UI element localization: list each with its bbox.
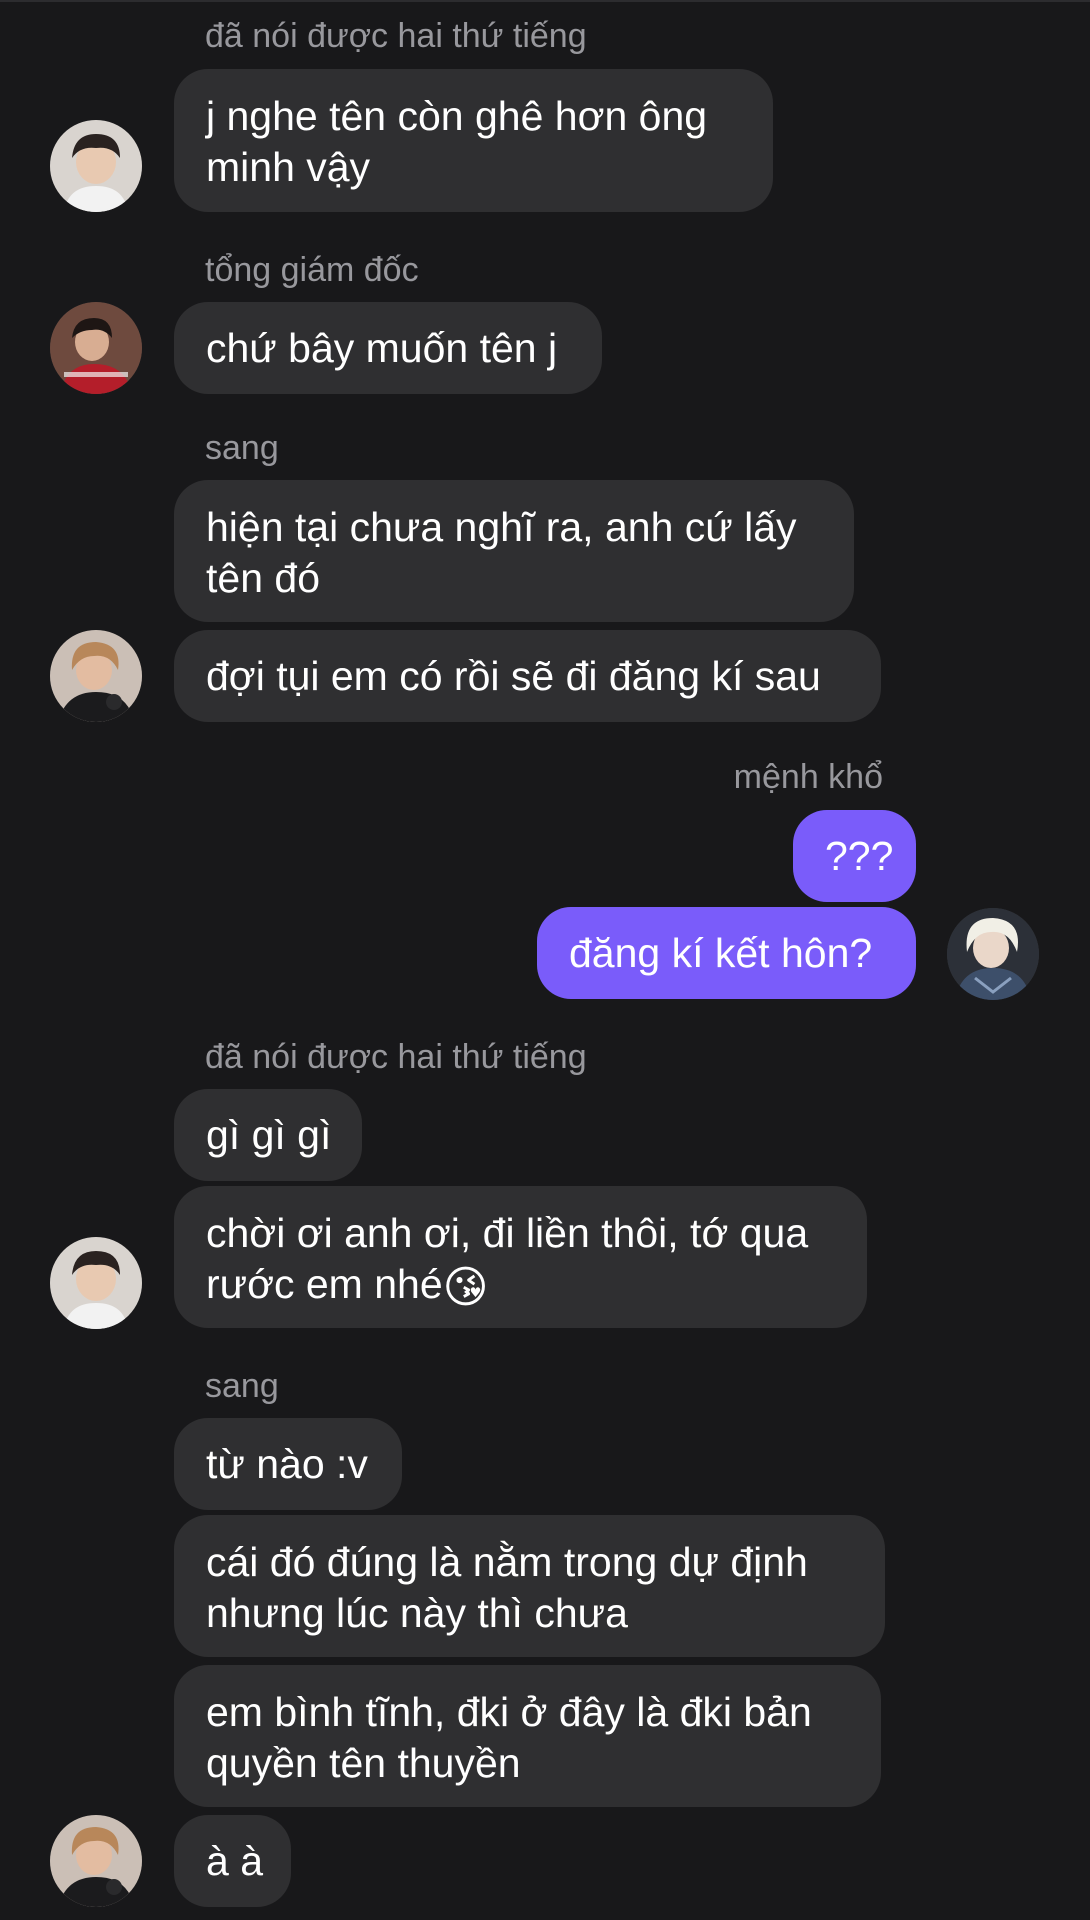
sender-name: đã nói được hai thứ tiếng (205, 1038, 587, 1076)
user-avatar-icon (50, 120, 142, 212)
sender-name: sang (205, 429, 279, 467)
user-avatar-icon (50, 1237, 142, 1329)
message-bubble[interactable]: đợi tụi em có rồi sẽ đi đăng kí sau (174, 630, 881, 722)
message-bubble-outgoing[interactable]: đăng kí kết hôn? (537, 907, 916, 999)
user-avatar-icon (947, 908, 1039, 1000)
sender-name: mệnh khổ (733, 758, 883, 796)
kissing-face-icon: 😘 (442, 1263, 489, 1312)
message-text: chời ơi anh ơi, đi liền thôi, tớ qua rướ… (206, 1210, 809, 1307)
user-avatar-icon (50, 302, 142, 394)
message-bubble[interactable]: từ nào :v (174, 1418, 402, 1510)
message-bubble[interactable]: em bình tĩnh, đki ở đây là đki bản quyền… (174, 1665, 881, 1807)
avatar[interactable] (50, 302, 142, 394)
sender-name: sang (205, 1367, 279, 1405)
message-bubble[interactable]: chời ơi anh ơi, đi liền thôi, tớ qua rướ… (174, 1186, 867, 1328)
message-bubble[interactable]: à à (174, 1815, 291, 1907)
message-bubble[interactable]: cái đó đúng là nằm trong dự định nhưng l… (174, 1515, 885, 1657)
avatar[interactable] (947, 908, 1039, 1000)
message-bubble[interactable]: hiện tại chưa nghĩ ra, anh cứ lấy tên đó (174, 480, 854, 622)
message-bubble-outgoing[interactable]: ??? (793, 810, 916, 902)
message-bubble[interactable]: gì gì gì (174, 1089, 362, 1181)
avatar[interactable] (50, 1815, 142, 1907)
message-bubble[interactable]: chứ bây muốn tên j (174, 302, 602, 394)
sender-name: tổng giám đốc (205, 251, 419, 289)
avatar[interactable] (50, 120, 142, 212)
avatar[interactable] (50, 1237, 142, 1329)
sender-name: đã nói được hai thứ tiếng (205, 17, 587, 55)
avatar[interactable] (50, 630, 142, 722)
top-divider (0, 0, 1090, 2)
user-avatar-icon (50, 630, 142, 722)
user-avatar-icon (50, 1815, 142, 1907)
message-bubble[interactable]: j nghe tên còn ghê hơn ông minh vậy (174, 69, 773, 212)
